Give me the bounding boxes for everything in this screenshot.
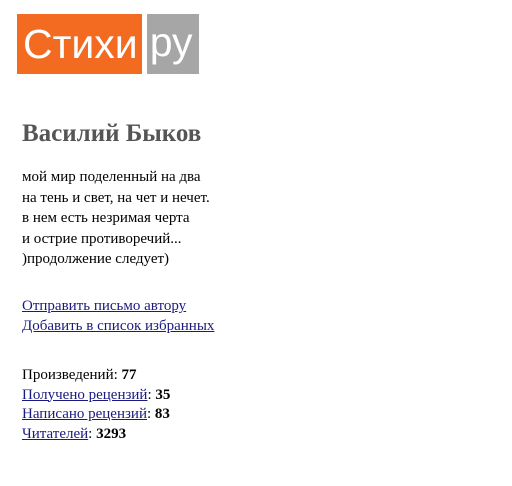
stat-readers: Читателей: 3293 [22, 425, 127, 442]
author-name: Василий Быков [22, 120, 202, 147]
readers-link[interactable]: Читателей [22, 426, 88, 442]
site-logo[interactable]: Стихи ру [17, 14, 199, 74]
send-letter-link[interactable]: Отправить письмо автору [22, 296, 214, 316]
author-stats: Произведений: 77 Получено рецензий: 35 Н… [22, 366, 170, 444]
bio-line: )продолжение следует) [22, 251, 170, 267]
stat-received: Получено рецензий: 35 [22, 386, 171, 403]
bio-line: мой мир поделенный на два [22, 169, 201, 185]
add-favorites-link[interactable]: Добавить в список избранных [22, 316, 214, 336]
logo-tld-text: ру [146, 14, 199, 74]
written-reviews-link[interactable]: Написано рецензий [22, 406, 147, 422]
author-actions: Отправить письмо автору Добавить в списо… [22, 296, 214, 336]
stat-received-count: 35 [155, 386, 171, 403]
logo-main-text: Стихи [17, 14, 142, 74]
bio-line: на тень и свет, на чет и нечет. [22, 189, 210, 206]
bio-line: в нем есть незримая черта [22, 210, 190, 226]
stat-works-count: 77 [121, 367, 137, 383]
author-bio: мой мир поделенный на два на тень и свет… [22, 167, 210, 270]
stat-readers-count: 3293 [96, 425, 127, 442]
received-reviews-link[interactable]: Получено рецензий [22, 387, 147, 403]
bio-line: и острие противоречий... [22, 230, 182, 247]
stat-works-label: Произведений [22, 367, 114, 383]
stat-written: Написано рецензий: 83 [22, 406, 170, 422]
stat-written-count: 83 [154, 406, 170, 422]
logo-separator [141, 14, 147, 74]
stat-works: Произведений: 77 [22, 367, 137, 383]
